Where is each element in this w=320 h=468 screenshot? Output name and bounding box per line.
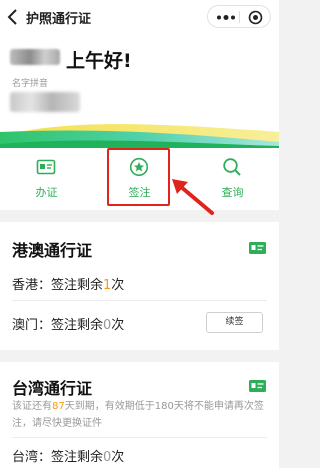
taiwan-unit: 次: [111, 450, 125, 465]
hk-unit: 次: [111, 278, 125, 293]
macau-endorsement-row: 澳门：签注剩余0次: [12, 314, 124, 333]
macau-label: 澳门：签注剩余: [12, 318, 104, 333]
hk-label: 香港：签注剩余: [12, 278, 104, 293]
renew-button[interactable]: 续签: [206, 312, 263, 333]
taiwan-label: 台湾：签注剩余: [12, 450, 104, 465]
annotation-highlight-box: [107, 148, 170, 206]
row-divider: [12, 300, 267, 301]
more-dots-icon[interactable]: [216, 15, 236, 20]
capsule-divider: [239, 11, 240, 23]
hk-macau-card: 港澳通行证 香港：签注剩余1次 澳门：签注剩余0次 续签: [0, 222, 279, 350]
notice-prefix: 该证还有: [12, 401, 52, 412]
hk-macau-title: 港澳通行证: [12, 241, 93, 260]
row-divider: [12, 437, 267, 438]
greeting-text: 上午好!: [66, 50, 132, 72]
notice-days: 87: [52, 401, 65, 412]
blurred-name: [10, 49, 60, 65]
page-title: 护照通行证: [26, 12, 92, 27]
menu-apply[interactable]: 办证: [0, 148, 93, 210]
top-bar: 护照通行证: [0, 0, 279, 34]
taiwan-card: 台湾通行证 该证还有87天到期，有效期低于180天将不能申请再次签注，请尽快更换…: [0, 362, 279, 468]
card-badge-icon: [249, 242, 266, 254]
blurred-pinyin: [10, 92, 80, 112]
pinyin-label: 名字拼音: [12, 79, 49, 89]
expiry-notice: 该证还有87天到期，有效期低于180天将不能申请再次签注，请尽快更换证件: [12, 398, 270, 432]
menu-label-apply: 办证: [35, 186, 58, 199]
macau-unit: 次: [111, 318, 125, 333]
header-wave-decoration: [0, 124, 279, 148]
back-arrow-icon[interactable]: [6, 7, 20, 27]
hk-endorsement-row: 香港：签注剩余1次: [12, 274, 124, 293]
search-icon: [223, 158, 241, 176]
taiwan-title: 台湾通行证: [12, 379, 93, 398]
card-badge-icon: [249, 380, 266, 392]
annotation-arrow-icon: [172, 179, 214, 215]
mini-program-capsule: [207, 5, 271, 28]
close-target-icon[interactable]: [248, 10, 263, 25]
id-card-icon: [36, 159, 56, 175]
user-header: 上午好! 名字拼音: [0, 34, 279, 148]
taiwan-endorsement-row: 台湾：签注剩余0次: [12, 446, 124, 465]
